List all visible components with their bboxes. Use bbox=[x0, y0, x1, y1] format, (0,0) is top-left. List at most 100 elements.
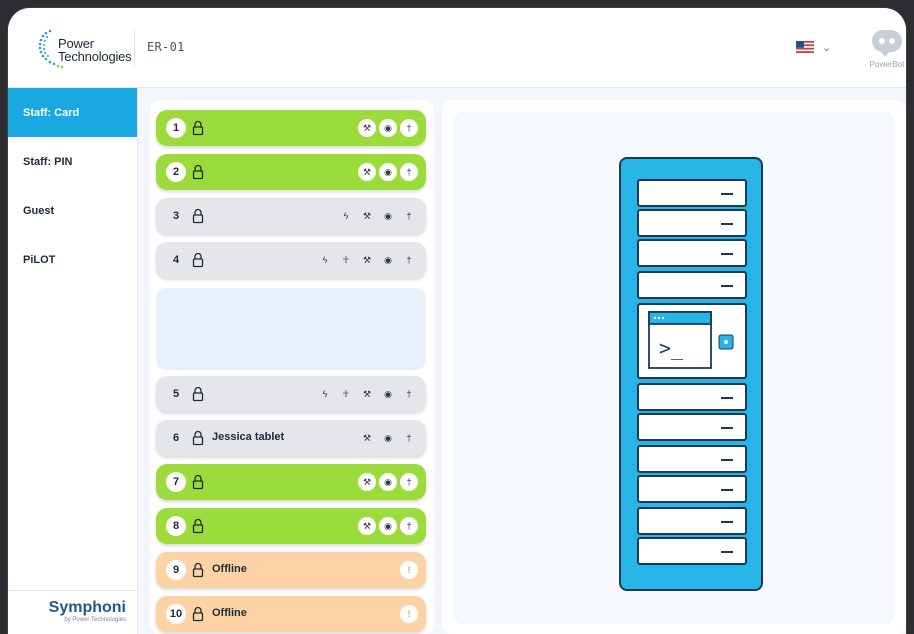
person-icon: † bbox=[406, 433, 412, 443]
drawer-handle bbox=[721, 489, 733, 491]
wrench-icon: ⚒ bbox=[358, 517, 376, 535]
drawer-handle bbox=[721, 397, 733, 399]
drawer-status-icons: ϟ ☥ ⚒ ◉ † bbox=[316, 251, 418, 269]
cabinet-canvas: >_ bbox=[454, 112, 894, 624]
lock-icon bbox=[192, 164, 204, 180]
cabinet-drawer-10[interactable] bbox=[637, 537, 747, 565]
drawer-number: 4 bbox=[172, 254, 180, 266]
sidebar-item-staff-card[interactable]: Staff: Card bbox=[8, 88, 137, 137]
drawer-row-9[interactable]: 9 Offline! bbox=[156, 552, 426, 588]
device-id: ER-01 bbox=[147, 40, 185, 54]
drawer-row-8[interactable]: 8 ⚒ ◉ † bbox=[156, 508, 426, 544]
figure-icon: ☥ bbox=[342, 388, 350, 399]
drawer-row-2[interactable]: 2 ⚒ ◉ † bbox=[156, 154, 426, 190]
cabinet: >_ bbox=[619, 157, 763, 591]
cabinet-drawer-8[interactable] bbox=[637, 475, 747, 503]
bolt-icon: ϟ bbox=[322, 389, 328, 399]
drawer-label: Jessica tablet bbox=[212, 431, 285, 443]
brand-subtitle: by Power Technologies bbox=[64, 617, 126, 623]
empty-slot bbox=[156, 288, 426, 370]
person-icon: † bbox=[406, 389, 412, 399]
drawer-row-4[interactable]: 4 ϟ ☥ ⚒ ◉ † bbox=[156, 242, 426, 278]
bolt-icon: ϟ bbox=[322, 255, 328, 265]
terminal-prompt: >_ bbox=[659, 336, 684, 360]
drawer-status-icons: ! bbox=[400, 605, 418, 623]
drawer-status-icons: ϟ ⚒ ◉ † bbox=[337, 207, 418, 225]
person-icon: † bbox=[406, 255, 412, 265]
cabinet-drawer-1[interactable] bbox=[637, 179, 747, 207]
drawer-handle bbox=[721, 253, 733, 255]
eye-icon: ◉ bbox=[379, 119, 397, 137]
drawer-status-icons: ⚒ ◉ † bbox=[358, 473, 418, 491]
sidebar: Staff: Card Staff: PIN Guest PiLOT Symph… bbox=[8, 88, 138, 634]
drawer-row-6[interactable]: 6 Jessica tablet ⚒ ◉ † bbox=[156, 420, 426, 456]
lock-icon bbox=[192, 252, 204, 268]
drawer-row-10[interactable]: 10 Offline! bbox=[156, 596, 426, 632]
bolt-icon: ϟ bbox=[343, 211, 349, 221]
powerbot-button[interactable]: PowerBot bbox=[865, 30, 906, 69]
wrench-icon: ⚒ bbox=[358, 119, 376, 137]
eye-icon: ◉ bbox=[384, 210, 392, 221]
lock-icon bbox=[192, 518, 204, 534]
cabinet-drawer-7[interactable] bbox=[637, 445, 747, 473]
wrench-icon: ⚒ bbox=[358, 163, 376, 181]
lock-icon bbox=[192, 208, 204, 224]
header-divider bbox=[134, 30, 135, 66]
cabinet-drawer-9[interactable] bbox=[637, 507, 747, 535]
wrench-icon: ⚒ bbox=[362, 388, 372, 399]
drawer-number: 3 bbox=[172, 210, 180, 222]
logo-line-2: Technologies bbox=[58, 49, 132, 64]
drawer-row-5[interactable]: 5 ϟ ☥ ⚒ ◉ † bbox=[156, 376, 426, 412]
drawer-status-icons: ⚒ ◉ † bbox=[358, 119, 418, 137]
top-bar: Power Technologies ER-01 ⌄ PowerBot bbox=[8, 8, 906, 88]
language-selector[interactable]: ⌄ bbox=[796, 39, 831, 55]
wrench-icon: ⚒ bbox=[362, 210, 372, 221]
cabinet-view: >_ bbox=[442, 100, 906, 634]
drawer-handle bbox=[721, 459, 733, 461]
cabinet-drawer-4[interactable] bbox=[637, 271, 747, 299]
cabinet-drawer-2[interactable] bbox=[637, 209, 747, 237]
chat-bubble-icon bbox=[872, 30, 902, 57]
power-technologies-logo: Power Technologies bbox=[36, 26, 136, 74]
alert-icon: ! bbox=[400, 561, 418, 579]
eye-icon: ◉ bbox=[384, 388, 392, 399]
drawer-number: 7 bbox=[166, 472, 186, 492]
cabinet-drawer-6[interactable] bbox=[637, 413, 747, 441]
drawer-number: 8 bbox=[166, 516, 186, 536]
eye-icon: ◉ bbox=[379, 163, 397, 181]
person-icon: † bbox=[400, 517, 418, 535]
sidebar-item-guest[interactable]: Guest bbox=[8, 186, 137, 235]
drawer-status-icons: ⚒ ◉ † bbox=[358, 517, 418, 535]
eye-icon: ◉ bbox=[384, 432, 392, 443]
person-icon: † bbox=[400, 473, 418, 491]
symphoni-logo: Symphoni bbox=[48, 599, 126, 616]
logo-text: Power Technologies bbox=[58, 37, 132, 63]
drawer-row-3[interactable]: 3 ϟ ⚒ ◉ † bbox=[156, 198, 426, 234]
sidebar-item-pilot[interactable]: PiLOT bbox=[8, 235, 137, 284]
person-icon: † bbox=[406, 211, 412, 221]
drawer-number: 1 bbox=[166, 118, 186, 138]
lock-icon bbox=[192, 120, 204, 136]
cabinet-drawer-5[interactable] bbox=[637, 383, 747, 411]
drawer-number: 2 bbox=[166, 162, 186, 182]
person-icon: † bbox=[400, 163, 418, 181]
lock-icon bbox=[192, 562, 204, 578]
drawer-number: 9 bbox=[166, 560, 186, 580]
drawer-handle bbox=[721, 193, 733, 195]
drawer-handle bbox=[721, 285, 733, 287]
drawer-number: 10 bbox=[166, 604, 186, 624]
person-icon: † bbox=[400, 119, 418, 137]
sidebar-item-staff-pin[interactable]: Staff: PIN bbox=[8, 137, 137, 186]
wrench-icon: ⚒ bbox=[362, 254, 372, 265]
drawer-row-7[interactable]: 7 ⚒ ◉ † bbox=[156, 464, 426, 500]
drawer-status-icons: ⚒ ◉ † bbox=[358, 429, 418, 447]
alert-icon: ! bbox=[400, 605, 418, 623]
drawer-label: Offline bbox=[212, 563, 247, 575]
app-window: Power Technologies ER-01 ⌄ PowerBot Staf… bbox=[8, 8, 906, 634]
eye-icon: ◉ bbox=[379, 473, 397, 491]
drawer-row-1[interactable]: 1 ⚒ ◉ † bbox=[156, 110, 426, 146]
drawer-label: Offline bbox=[212, 607, 247, 619]
cabinet-drawer-3[interactable] bbox=[637, 239, 747, 267]
drawer-handle bbox=[721, 521, 733, 523]
wrench-icon: ⚒ bbox=[358, 473, 376, 491]
